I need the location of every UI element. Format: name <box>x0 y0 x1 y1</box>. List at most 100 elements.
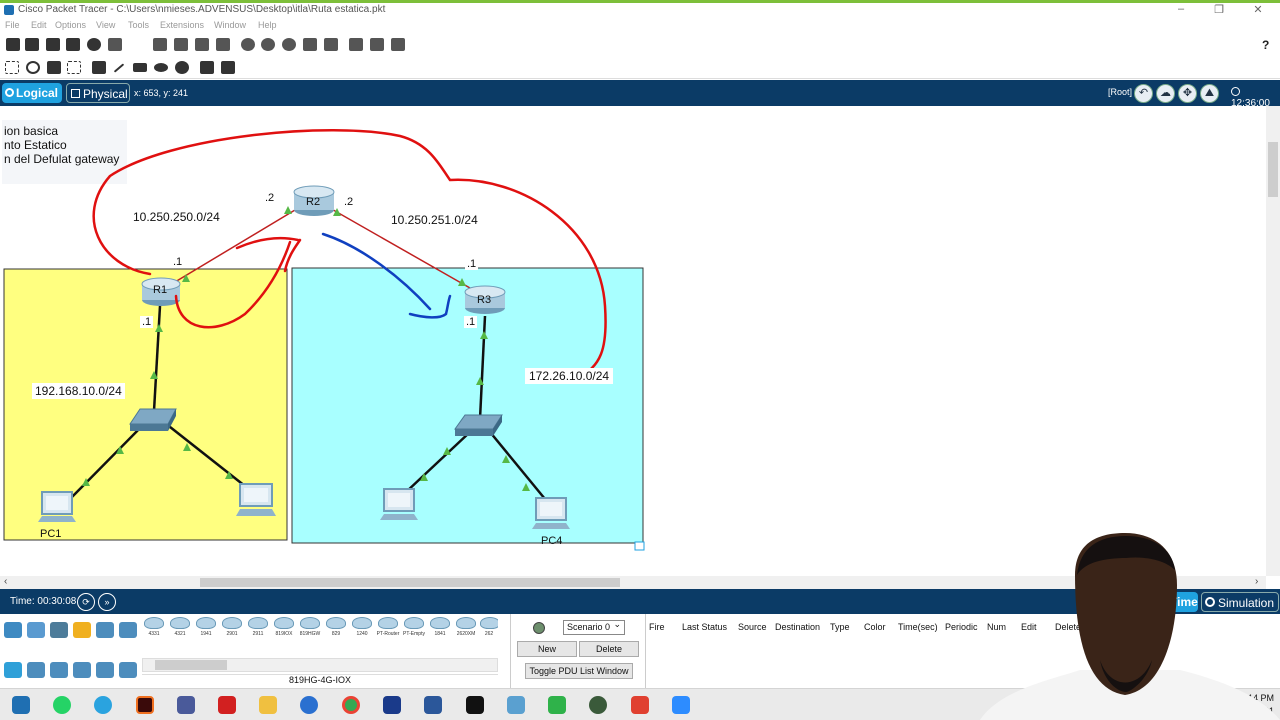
vertical-scroll-thumb[interactable] <box>1268 142 1278 197</box>
network-label-lan2[interactable]: 172.26.10.0/24 <box>525 368 614 384</box>
redo-icon[interactable] <box>216 38 230 51</box>
device-palette-scrollbar[interactable] <box>142 658 498 672</box>
close-icon[interactable]: ✕ <box>1243 3 1273 16</box>
cloud-icon[interactable]: ☁ <box>1156 84 1175 103</box>
menu-edit[interactable]: Edit <box>31 20 47 30</box>
pc1-icon[interactable] <box>38 491 76 522</box>
end-devices-icon[interactable] <box>27 622 45 638</box>
activity-wizard-icon[interactable] <box>108 38 122 51</box>
sway-icon[interactable] <box>383 696 401 714</box>
paste-icon[interactable] <box>174 38 188 51</box>
zoom-reset-icon[interactable] <box>261 38 275 51</box>
copy-icon[interactable] <box>153 38 167 51</box>
pc4-icon[interactable] <box>532 497 570 529</box>
toggle-pdu-list-button[interactable]: Toggle PDU List Window <box>525 663 633 679</box>
device-pt-empty[interactable]: PT-Empty <box>402 617 426 643</box>
move-icon[interactable]: ✥ <box>1178 84 1197 103</box>
chrome-icon[interactable] <box>342 696 360 714</box>
device-pt-router[interactable]: PT-Router <box>376 617 400 643</box>
zoom-in-icon[interactable] <box>241 38 255 51</box>
scroll-left-icon[interactable]: ‹ <box>4 576 7 587</box>
open-file-icon[interactable] <box>25 38 39 51</box>
info-icon[interactable] <box>533 622 545 634</box>
acrobat-icon[interactable] <box>218 696 236 714</box>
device-4321[interactable]: 4321 <box>168 617 192 643</box>
wireless-icon[interactable] <box>73 662 91 678</box>
inspect-icon[interactable] <box>26 61 40 74</box>
network-label-r1-r2[interactable]: 10.250.250.0/24 <box>133 210 220 224</box>
security-icon[interactable] <box>96 662 114 678</box>
resize-shape-icon[interactable] <box>67 61 81 74</box>
menu-file[interactable]: File <box>5 20 20 30</box>
device-palette-scroll-thumb[interactable] <box>155 660 227 670</box>
draw-ellipse-icon[interactable] <box>154 63 168 72</box>
device-1240[interactable]: 1240 <box>350 617 374 643</box>
custom-devices-icon[interactable] <box>324 38 338 51</box>
packet-tracer-taskbar-icon[interactable] <box>507 696 525 714</box>
network-label-r2-r3[interactable]: 10.250.251.0/24 <box>391 213 478 227</box>
logical-workspace[interactable]: ion basica nto Estatico n del Defulat ga… <box>0 106 1266 576</box>
scenario-select[interactable]: Scenario 0 <box>563 619 625 635</box>
new-file-icon[interactable] <box>6 38 20 51</box>
device-2911[interactable]: 2911 <box>246 617 270 643</box>
print-icon[interactable] <box>66 38 80 51</box>
routers-icon[interactable] <box>4 662 22 678</box>
root-breadcrumb[interactable]: [Root] <box>1108 87 1132 97</box>
file-explorer-icon[interactable] <box>259 696 277 714</box>
restore-icon[interactable]: ❐ <box>1204 3 1234 16</box>
delete-scenario-button[interactable]: Delete <box>579 641 639 657</box>
windows-start-icon[interactable] <box>12 696 30 714</box>
switches-icon[interactable] <box>27 662 45 678</box>
app-icon[interactable] <box>589 696 607 714</box>
pc2-icon[interactable] <box>236 483 276 516</box>
whatsapp-icon[interactable] <box>53 696 71 714</box>
device-2901[interactable]: 2901 <box>220 617 244 643</box>
drawing-palette-icon[interactable] <box>303 38 317 51</box>
menu-window[interactable]: Window <box>214 20 246 30</box>
simple-pdu-icon[interactable] <box>200 61 214 74</box>
pc3-icon[interactable] <box>380 488 418 520</box>
zoom-icon[interactable] <box>672 696 690 714</box>
device-819iox[interactable]: 819IOX <box>272 617 296 643</box>
hubs-icon[interactable] <box>50 662 68 678</box>
select-icon[interactable] <box>5 61 19 74</box>
device-4331[interactable]: 4331 <box>142 617 166 643</box>
connections-icon[interactable] <box>73 622 91 638</box>
landscape-icon[interactable]: ⛰ <box>1200 84 1219 103</box>
help-icon[interactable]: ? <box>1262 38 1269 52</box>
device-819hgw[interactable]: 819HGW <box>298 617 322 643</box>
network-label-lan1[interactable]: 192.168.10.0/24 <box>32 383 125 399</box>
components-icon[interactable] <box>50 622 68 638</box>
draw-rectangle-icon[interactable] <box>133 63 147 72</box>
info-icon[interactable] <box>87 38 101 51</box>
save-icon[interactable] <box>46 38 60 51</box>
menu-options[interactable]: Options <box>55 20 86 30</box>
chat-icon[interactable] <box>300 696 318 714</box>
realtime-mode-button[interactable]: Time <box>1150 592 1198 612</box>
zoom-out-icon[interactable] <box>282 38 296 51</box>
freeform-icon[interactable] <box>175 61 189 74</box>
simulation-mode-button[interactable]: Simulation <box>1201 592 1279 612</box>
camtasia-icon[interactable] <box>548 696 566 714</box>
illustrator-icon[interactable] <box>136 696 154 714</box>
back-icon[interactable]: ↶ <box>1134 84 1153 103</box>
menu-help[interactable]: Help <box>258 20 277 30</box>
device-2620xm[interactable]: 2620XM <box>454 617 478 643</box>
system-clock[interactable]: 5:14 PM 1/2021 <box>1240 692 1274 718</box>
fast-forward-icon[interactable]: » <box>98 593 116 611</box>
complex-pdu-icon[interactable] <box>221 61 235 74</box>
network-tool-icon[interactable] <box>177 696 195 714</box>
telegram-icon[interactable] <box>94 696 112 714</box>
recorder-icon[interactable] <box>631 696 649 714</box>
tab-physical[interactable]: Physical <box>66 83 130 103</box>
device-829[interactable]: 829 <box>324 617 348 643</box>
menu-tools[interactable]: Tools <box>128 20 149 30</box>
device-1841[interactable]: 1841 <box>428 617 452 643</box>
multiuser-icon[interactable] <box>119 622 137 638</box>
word-icon[interactable] <box>424 696 442 714</box>
new-scenario-button[interactable]: New <box>517 641 577 657</box>
minimize-icon[interactable]: – <box>1166 3 1196 15</box>
misc-icon[interactable] <box>96 622 114 638</box>
place-note-icon[interactable] <box>92 61 106 74</box>
menu-extensions[interactable]: Extensions <box>160 20 204 30</box>
